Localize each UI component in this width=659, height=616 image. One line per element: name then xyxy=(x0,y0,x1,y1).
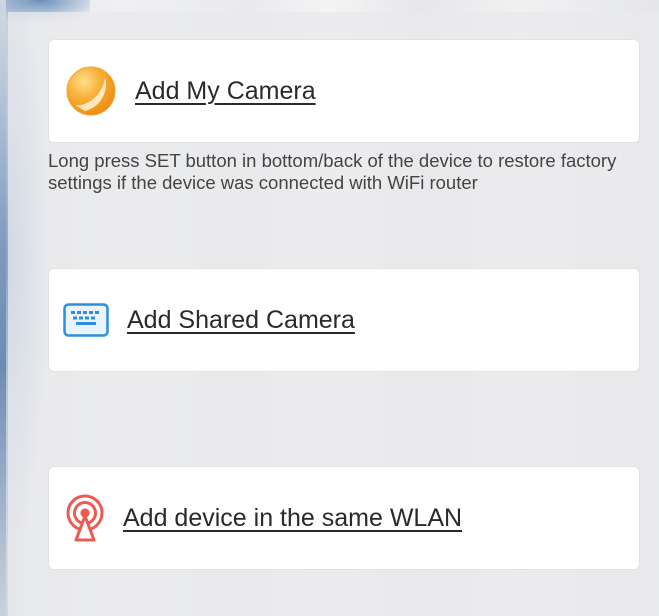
add-my-camera-label: Add My Camera xyxy=(135,76,316,105)
keyboard-icon xyxy=(63,303,109,337)
add-device-same-wlan-button[interactable]: Add device in the same WLAN xyxy=(48,466,640,570)
add-my-camera-button[interactable]: Add My Camera xyxy=(48,39,640,143)
add-shared-camera-label: Add Shared Camera xyxy=(127,305,355,334)
add-shared-camera-button[interactable]: Add Shared Camera xyxy=(48,268,640,372)
orange-circle-icon xyxy=(65,65,117,117)
add-device-same-wlan-label: Add device in the same WLAN xyxy=(123,503,463,532)
wlan-signal-icon xyxy=(63,494,107,542)
factory-reset-hint: Long press SET button in bottom/back of … xyxy=(48,150,617,193)
